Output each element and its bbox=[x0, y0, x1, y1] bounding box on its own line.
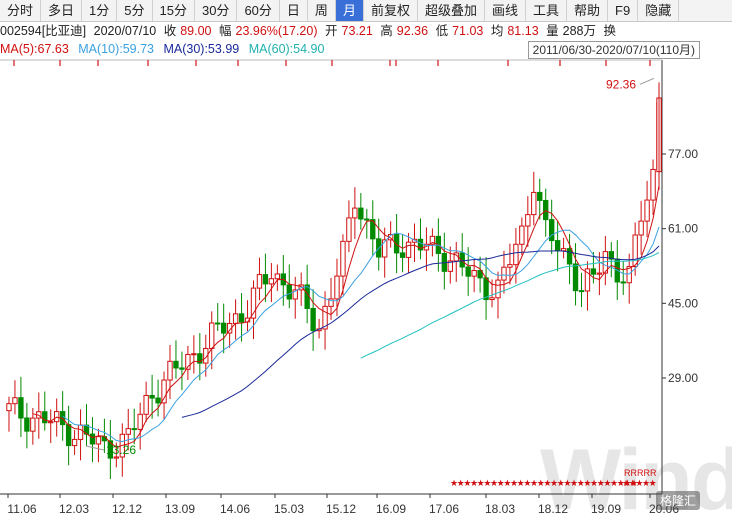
candle-body bbox=[346, 217, 352, 242]
candle-body bbox=[364, 218, 370, 221]
candle-body bbox=[125, 428, 131, 435]
candlestick-chart: 77.00 61.00 45.00 29.00 11.06 12.03 12.12 13.09… bbox=[0, 59, 698, 516]
candle-body bbox=[161, 379, 167, 404]
candle-body bbox=[507, 264, 513, 268]
time-tick-label: 13.09 bbox=[165, 502, 195, 516]
candle-body bbox=[525, 214, 531, 227]
candle-body bbox=[310, 307, 316, 332]
time-tick-label: 16.09 bbox=[376, 502, 406, 516]
candle-body bbox=[113, 456, 120, 459]
candle-body bbox=[173, 360, 179, 369]
low-marker-label: 13.26 bbox=[106, 443, 136, 457]
candle-body bbox=[393, 233, 400, 254]
candle-body bbox=[137, 413, 143, 430]
candle-body bbox=[405, 241, 412, 258]
candle-body bbox=[304, 284, 310, 309]
candle-body bbox=[471, 269, 477, 277]
candle-body bbox=[513, 243, 519, 266]
candle-body bbox=[274, 273, 281, 280]
r-tag: RRRRR bbox=[624, 468, 657, 478]
ma5-line bbox=[32, 185, 660, 448]
price-tick-label: 45.00 bbox=[668, 296, 698, 310]
candle-body bbox=[632, 234, 638, 268]
candle-body bbox=[519, 225, 525, 245]
time-tick-label: 12.03 bbox=[59, 502, 89, 516]
low-marker-leader bbox=[85, 445, 105, 451]
time-tick-label: 15.03 bbox=[274, 502, 304, 516]
time-tick-label: 18.12 bbox=[538, 502, 568, 516]
candle-body bbox=[54, 411, 60, 423]
time-tick-label: 17.06 bbox=[429, 502, 459, 516]
candle-body bbox=[131, 428, 137, 431]
candle-body bbox=[95, 436, 102, 445]
gelonghui-badge: 格隆汇 bbox=[656, 491, 701, 510]
candle-body bbox=[268, 278, 275, 285]
high-marker-label: 92.36 bbox=[606, 77, 636, 91]
candle-body bbox=[167, 360, 173, 381]
candle-body bbox=[24, 417, 30, 432]
candle-body bbox=[340, 240, 346, 277]
candle-body bbox=[560, 248, 567, 252]
candle-body bbox=[18, 397, 24, 419]
candle-body bbox=[6, 403, 12, 412]
candle-body bbox=[155, 397, 161, 404]
candle-body bbox=[232, 313, 239, 324]
time-tick-label: 18.03 bbox=[485, 502, 515, 516]
candle-body bbox=[352, 207, 358, 219]
candle-body bbox=[596, 272, 603, 275]
candle-body bbox=[286, 284, 292, 300]
candle-body bbox=[143, 394, 149, 415]
candle-body bbox=[578, 290, 585, 293]
candle-body bbox=[501, 266, 507, 281]
candle-body bbox=[358, 207, 364, 220]
candle-body bbox=[191, 353, 197, 356]
time-tick-label: 15.12 bbox=[326, 502, 356, 516]
candle-body bbox=[489, 297, 495, 301]
candle-body bbox=[495, 279, 501, 299]
candle-body bbox=[334, 275, 340, 300]
price-tick-label: 61.00 bbox=[668, 222, 698, 236]
signal-marker-row-2: ★★★★★ bbox=[622, 478, 657, 488]
candle-body bbox=[650, 168, 656, 201]
candle-body bbox=[179, 367, 185, 370]
candle-body bbox=[590, 268, 597, 275]
candle-body bbox=[566, 248, 573, 265]
candle-body bbox=[12, 397, 18, 405]
candle-body bbox=[71, 438, 78, 447]
candle-body bbox=[220, 322, 227, 334]
candle-body bbox=[572, 263, 579, 292]
time-tick-label: 14.06 bbox=[220, 502, 250, 516]
high-marker-leader bbox=[639, 77, 655, 85]
time-tick-label: 12.12 bbox=[112, 502, 142, 516]
candle-body bbox=[399, 252, 406, 258]
candle-body bbox=[465, 266, 471, 277]
candle-body bbox=[238, 313, 245, 323]
time-tick-label: 19.09 bbox=[591, 502, 621, 516]
candle-body bbox=[209, 322, 215, 349]
time-tick-label: 11.06 bbox=[7, 502, 36, 516]
candle-body bbox=[531, 191, 537, 216]
signal-marker-row: ★★★★★★★★★★★★★★★★★★★★★★★★★★★★ bbox=[450, 478, 638, 488]
candle-body bbox=[256, 274, 263, 289]
candle-body bbox=[620, 281, 626, 284]
candle-body bbox=[77, 424, 84, 440]
candle-body bbox=[30, 417, 36, 432]
candle-body bbox=[548, 219, 555, 242]
price-tick-label: 29.00 bbox=[668, 371, 698, 385]
candle-body bbox=[42, 411, 48, 424]
candle-body bbox=[65, 424, 72, 447]
candle-body bbox=[215, 322, 221, 325]
candle-body bbox=[149, 394, 155, 399]
candle-body bbox=[543, 199, 549, 221]
candle-body bbox=[537, 191, 543, 201]
candle-body bbox=[638, 220, 644, 236]
candle-body bbox=[262, 274, 269, 285]
price-tick-label: 77.00 bbox=[668, 147, 698, 161]
candle-body bbox=[644, 199, 650, 222]
candle-body bbox=[48, 421, 54, 424]
candle-body bbox=[89, 433, 96, 445]
candle-body bbox=[554, 240, 561, 252]
